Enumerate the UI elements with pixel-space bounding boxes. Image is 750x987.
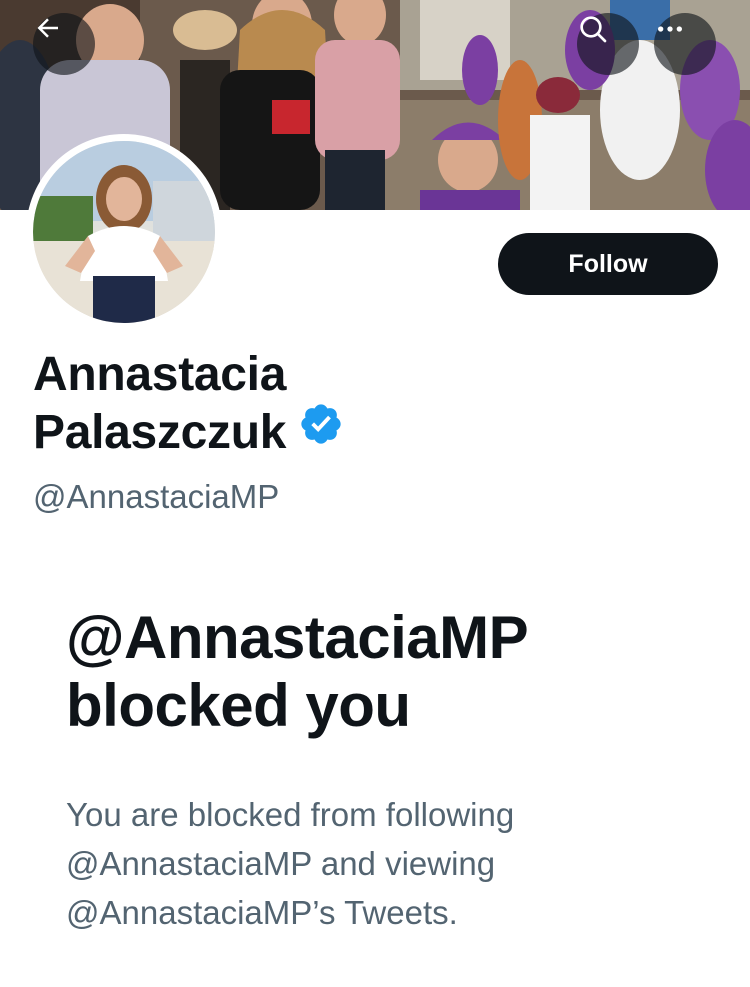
display-name: Annastacia Palaszczuk (33, 346, 633, 465)
blocked-title: @AnnastaciaMP blocked you (66, 604, 706, 740)
display-name-line1: Annastacia (33, 348, 287, 401)
profile-avatar[interactable] (26, 134, 222, 330)
blocked-title-line1: @AnnastaciaMP (66, 604, 529, 671)
display-name-line2-row: Palaszczuk (33, 404, 633, 465)
back-button[interactable] (33, 13, 95, 75)
blocked-description-line2: @AnnastaciaMP and viewing (66, 845, 496, 882)
blocked-description-line1: You are blocked from following (66, 796, 515, 833)
arrow-left-icon (37, 18, 58, 38)
follow-button[interactable]: Follow (498, 233, 718, 295)
search-button[interactable] (577, 13, 639, 75)
blocked-description-line3: @AnnastaciaMP’s Tweets. (66, 894, 458, 931)
search-icon (580, 16, 607, 43)
more-button[interactable] (654, 13, 716, 75)
avatar-photo (33, 141, 215, 323)
verified-badge-icon (298, 401, 344, 461)
display-name-line2: Palaszczuk (33, 406, 287, 459)
more-horizontal-icon (658, 26, 682, 32)
profile-handle: @AnnastaciaMP (33, 478, 280, 515)
blocked-description: You are blocked from following @Annastac… (66, 790, 706, 937)
blocked-title-line2: blocked you (66, 672, 411, 739)
